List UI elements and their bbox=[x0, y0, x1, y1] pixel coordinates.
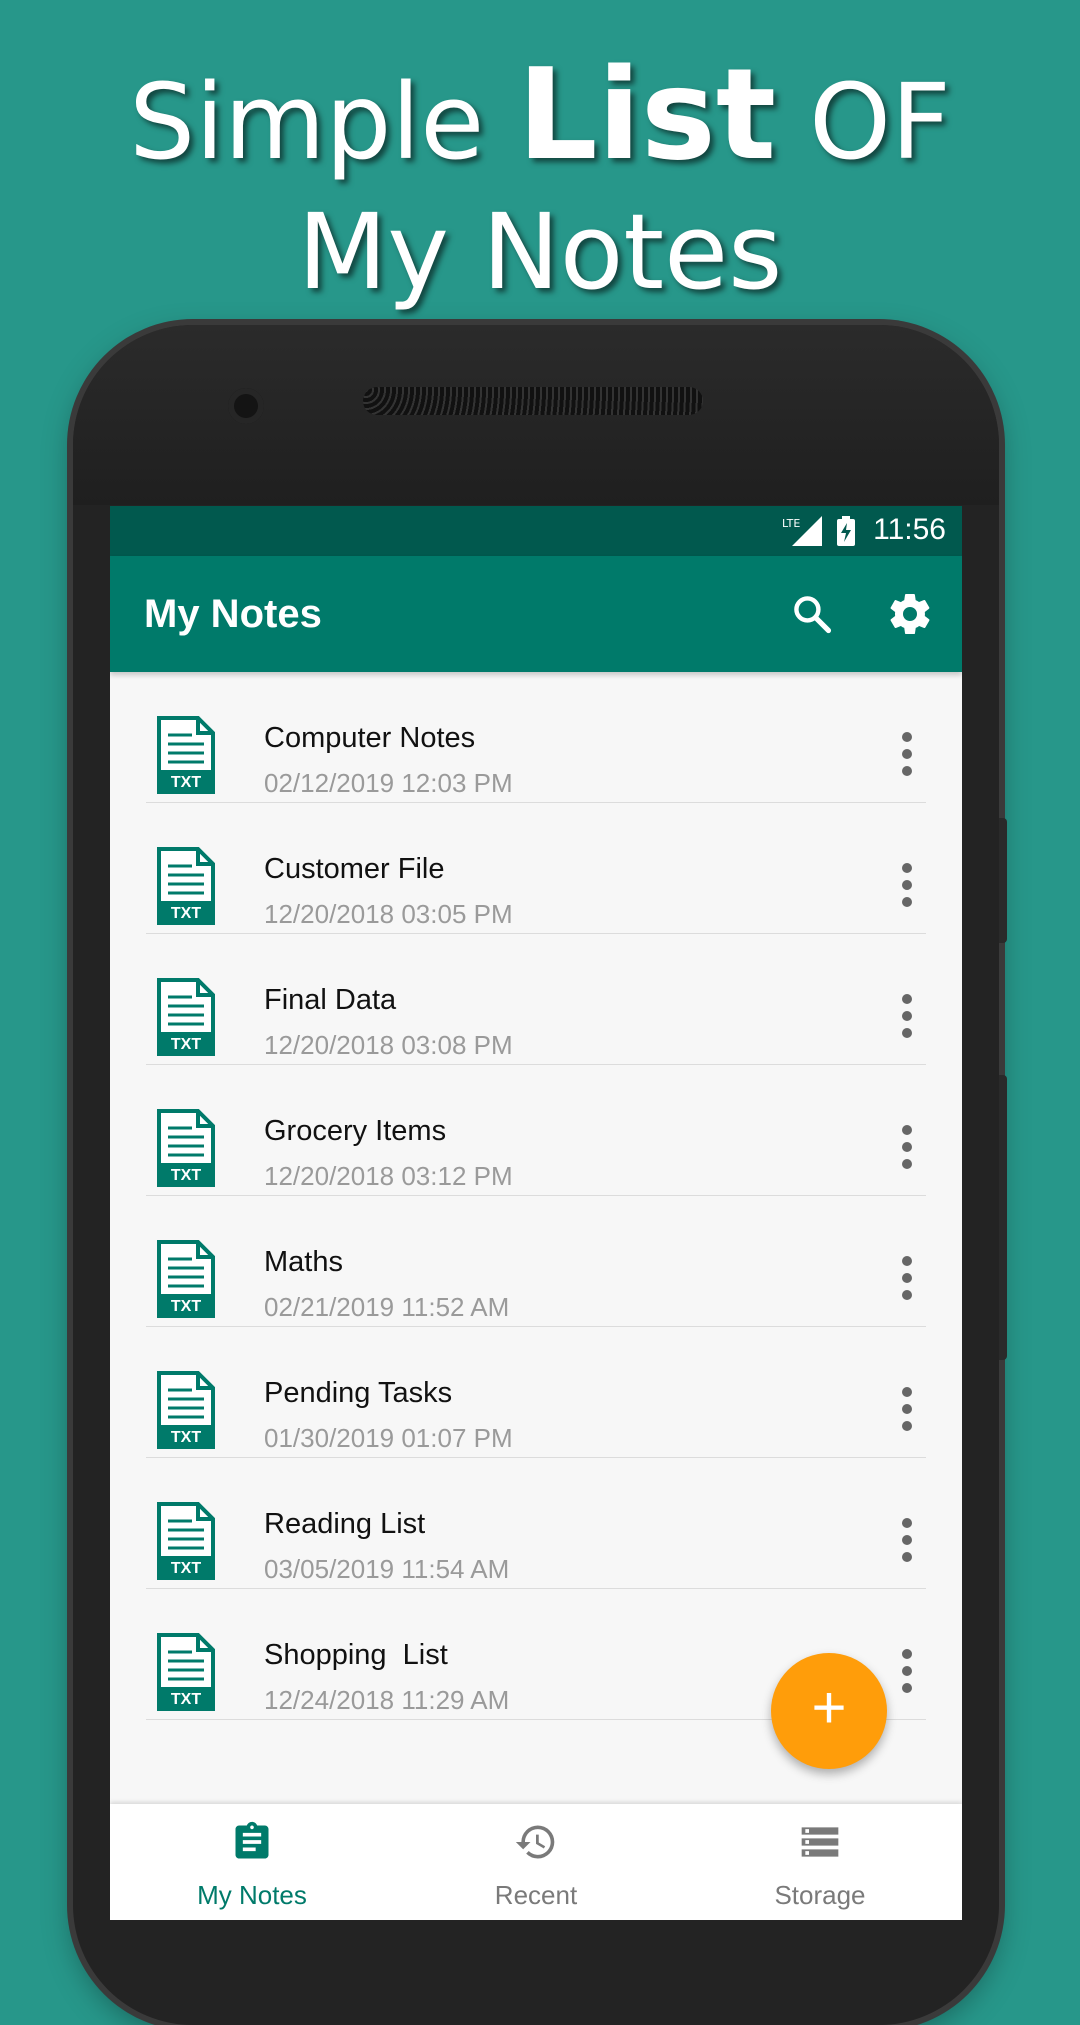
nav-item-my-notes[interactable]: My Notes bbox=[110, 1804, 394, 1920]
note-title: Pending Tasks bbox=[264, 1377, 453, 1409]
note-date: 12/20/2018 03:12 PM bbox=[264, 1161, 513, 1191]
promo-line-1: Simple List OF bbox=[0, 50, 1080, 187]
lte-signal-icon: LTE bbox=[782, 516, 822, 546]
lte-label: LTE bbox=[782, 517, 800, 530]
gear-icon[interactable] bbox=[886, 590, 934, 638]
camera-icon bbox=[228, 388, 264, 424]
note-title: Maths bbox=[264, 1246, 343, 1278]
phone-screen: LTE 11:56 My Notes TXT Computer Notes 02/1… bbox=[110, 506, 962, 1920]
file-type-label: TXT bbox=[171, 1167, 201, 1184]
promo-text-simple: Simple bbox=[129, 61, 518, 183]
app-title: My Notes bbox=[144, 592, 322, 636]
note-date: 12/24/2018 11:29 AM bbox=[264, 1685, 510, 1715]
note-date: 03/05/2019 11:54 AM bbox=[264, 1554, 510, 1584]
list-item[interactable]: TXT Maths 02/21/2019 11:52 AM bbox=[146, 1196, 926, 1327]
nav-label-storage: Storage bbox=[774, 1880, 866, 1910]
list-item[interactable]: TXT Customer File 12/20/2018 03:05 PM bbox=[146, 803, 926, 934]
more-vert-icon[interactable] bbox=[901, 863, 913, 907]
app-bar: My Notes bbox=[110, 556, 962, 672]
nav-item-recent[interactable]: Recent bbox=[394, 1804, 678, 1920]
storage-icon bbox=[801, 1827, 839, 1857]
phone-side-button bbox=[999, 818, 1007, 943]
txt-file-icon: TXT bbox=[157, 716, 215, 794]
promo-text-list: List bbox=[517, 41, 777, 188]
nav-label-recent: Recent bbox=[494, 1880, 578, 1910]
file-type-label: TXT bbox=[171, 1560, 201, 1577]
promo-line-2: My Notes bbox=[297, 191, 783, 313]
list-item[interactable]: TXT Computer Notes 02/12/2019 12:03 PM bbox=[146, 672, 926, 803]
note-date: 12/20/2018 03:05 PM bbox=[264, 899, 513, 929]
txt-file-icon: TXT bbox=[157, 978, 215, 1056]
clipboard-icon bbox=[235, 1821, 269, 1859]
status-bar: LTE 11:56 bbox=[110, 506, 962, 556]
txt-file-icon: TXT bbox=[157, 1240, 215, 1318]
phone-bezel-top bbox=[73, 325, 999, 505]
notes-list: TXT Computer Notes 02/12/2019 12:03 PM TXT C… bbox=[146, 672, 926, 1720]
file-type-label: TXT bbox=[171, 1036, 201, 1053]
promo-headline: Simple List OF My Notes bbox=[0, 50, 1080, 317]
txt-file-icon: TXT bbox=[157, 1371, 215, 1449]
note-date: 02/12/2019 12:03 PM bbox=[264, 768, 513, 798]
note-title: Reading List bbox=[264, 1508, 426, 1540]
more-vert-icon[interactable] bbox=[901, 1256, 913, 1300]
list-item[interactable]: TXT Pending Tasks 01/30/2019 01:07 PM bbox=[146, 1327, 926, 1458]
nav-item-storage[interactable]: Storage bbox=[678, 1804, 962, 1920]
more-vert-icon[interactable] bbox=[901, 1387, 913, 1431]
txt-file-icon: TXT bbox=[157, 847, 215, 925]
file-type-label: TXT bbox=[171, 905, 201, 922]
more-vert-icon[interactable] bbox=[901, 1518, 913, 1562]
more-vert-icon[interactable] bbox=[901, 994, 913, 1038]
list-item[interactable]: TXT Reading List 03/05/2019 11:54 AM bbox=[146, 1458, 926, 1589]
add-note-button[interactable]: + bbox=[771, 1653, 887, 1769]
note-date: 01/30/2019 01:07 PM bbox=[264, 1423, 513, 1453]
note-title: Customer File bbox=[264, 853, 445, 885]
phone-volume-button bbox=[999, 1075, 1007, 1360]
battery-charging-icon bbox=[837, 516, 855, 546]
list-item[interactable]: TXT Grocery Items 12/20/2018 03:12 PM bbox=[146, 1065, 926, 1196]
file-type-label: TXT bbox=[171, 774, 201, 791]
note-date: 12/20/2018 03:08 PM bbox=[264, 1030, 513, 1060]
note-title: Shopping List bbox=[264, 1639, 448, 1671]
txt-file-icon: TXT bbox=[157, 1633, 215, 1711]
list-item[interactable]: TXT Final Data 12/20/2018 03:08 PM bbox=[146, 934, 926, 1065]
note-title: Final Data bbox=[264, 984, 397, 1016]
file-type-label: TXT bbox=[171, 1691, 201, 1708]
bottom-navigation: My Notes Recent Storage bbox=[110, 1804, 962, 1920]
more-vert-icon[interactable] bbox=[901, 1125, 913, 1169]
file-type-label: TXT bbox=[171, 1429, 201, 1446]
more-vert-icon[interactable] bbox=[901, 1649, 913, 1693]
file-type-label: TXT bbox=[171, 1298, 201, 1315]
nav-label-my-notes: My Notes bbox=[197, 1880, 307, 1910]
note-date: 02/21/2019 11:52 AM bbox=[264, 1292, 510, 1322]
speaker-grille bbox=[363, 387, 703, 415]
search-icon[interactable] bbox=[790, 592, 834, 636]
note-title: Grocery Items bbox=[264, 1115, 447, 1147]
txt-file-icon: TXT bbox=[157, 1109, 215, 1187]
more-vert-icon[interactable] bbox=[901, 732, 913, 776]
status-time: 11:56 bbox=[873, 513, 946, 546]
promo-text-of: OF bbox=[776, 61, 951, 183]
note-title: Computer Notes bbox=[264, 722, 476, 754]
txt-file-icon: TXT bbox=[157, 1502, 215, 1580]
history-icon bbox=[515, 1825, 555, 1859]
